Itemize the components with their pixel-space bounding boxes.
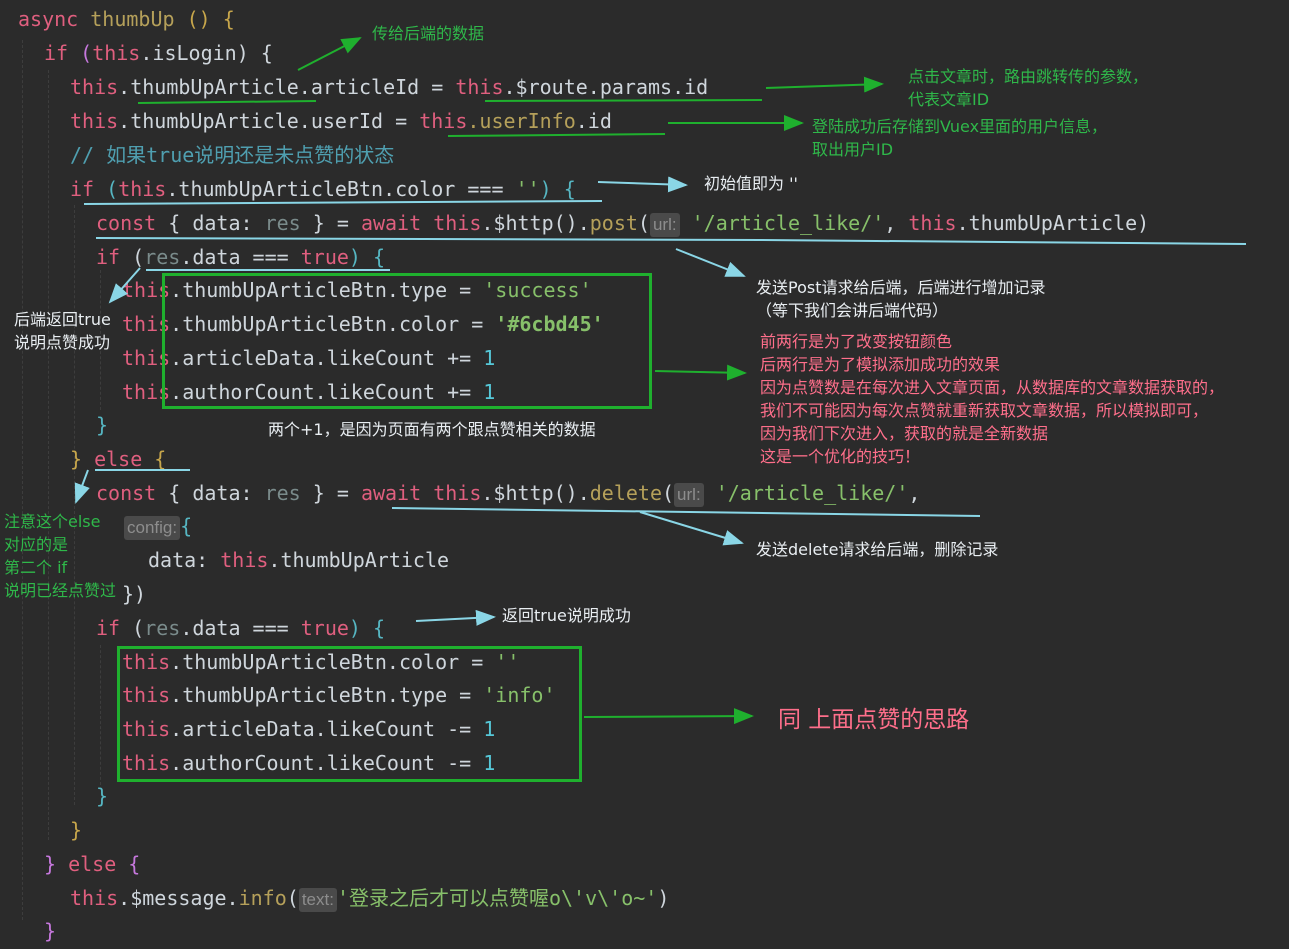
annotation-post-request: 发送Post请求给后端，后端进行增加记录 （等下我们会讲后端代码）	[756, 278, 1046, 320]
annotation-two-plus-one: 两个+1，是因为页面有两个跟点赞相关的数据	[268, 420, 596, 439]
annotation-backend-true: 后端返回true 说明点赞成功	[14, 310, 111, 352]
annotation-return-true: 返回true说明成功	[502, 606, 631, 625]
annotation-same-idea: 同 上面点赞的思路	[778, 707, 970, 733]
annotation-data-to-backend: 传给后端的数据	[372, 24, 485, 43]
annotation-vuex-user: 登陆成功后存储到Vuex里面的用户信息， 取出用户ID	[812, 117, 1108, 159]
annotation-delete-request: 发送delete请求给后端，删除记录	[756, 540, 999, 559]
annotation-explanation: 前两行是为了改变按钮颜色 后两行是为了模拟添加成功的效果 因为点赞数是在每次进入…	[760, 332, 1225, 466]
annotation-route-param: 点击文章时，路由跳转传的参数， 代表文章ID	[908, 67, 1149, 109]
annotation-else-note: 注意这个else 对应的是 第二个 if 说明已经点赞过	[4, 512, 117, 600]
annotation-initial-value: 初始值即为 ''	[704, 174, 798, 193]
